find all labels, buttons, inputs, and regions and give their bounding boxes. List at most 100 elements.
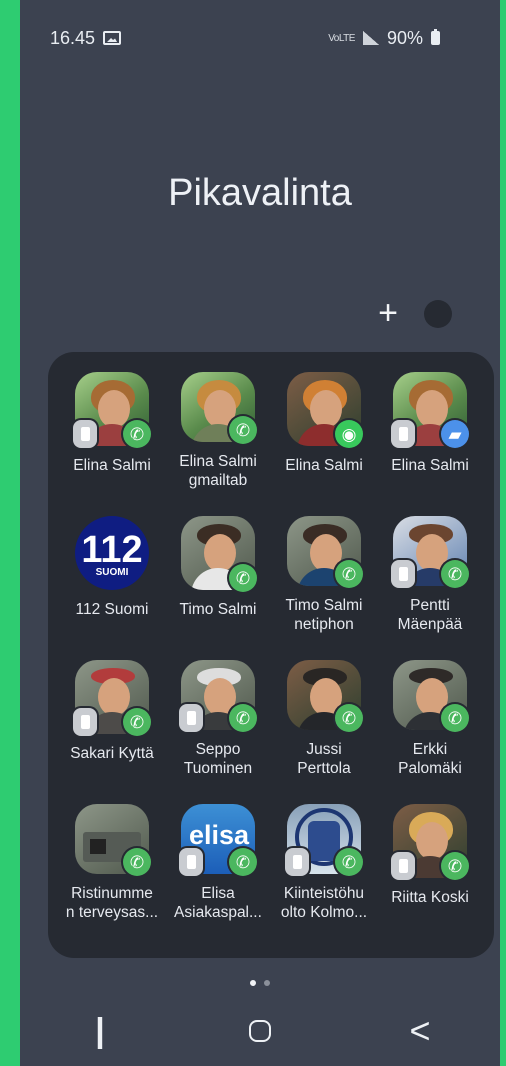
contact-name: 112 Suomi (75, 601, 149, 618)
recent-apps-icon: ||| (94, 1011, 104, 1050)
contact-name: Riitta Koski (391, 889, 469, 906)
contact-tile[interactable]: ✆ Erkki Palomäki (378, 660, 482, 778)
contact-name: Pentti Mäenpää (397, 597, 463, 633)
signal-icon (362, 31, 379, 45)
contact-name: Elina Salmi (391, 457, 469, 474)
call-icon: ✆ (335, 704, 363, 732)
recent-apps-button[interactable]: ||| (65, 1001, 135, 1061)
contact-avatar: ✆ (391, 804, 469, 880)
contact-name: Kiinteistöhu olto Kolmo... (280, 885, 368, 921)
contact-tile[interactable]: elisa ✆ Elisa Asiakaspal... (166, 804, 270, 922)
contact-avatar: ✆ (287, 660, 363, 732)
phone-device-icon (391, 420, 415, 448)
message-icon: ▰ (441, 420, 469, 448)
contact-tile[interactable]: ✆ Timo Salmi (166, 516, 270, 634)
call-icon: ✆ (335, 848, 363, 876)
logo-112-text: 112 (81, 528, 143, 571)
contact-avatar: ✆ (179, 660, 257, 732)
contact-avatar: ✆ (73, 372, 151, 448)
phone-device-icon (179, 704, 203, 732)
contact-name: Erkki Palomäki (398, 741, 462, 777)
call-icon: ✆ (335, 560, 363, 588)
navigation-bar: ||| < (20, 996, 500, 1066)
contact-avatar: ✆ (73, 660, 151, 736)
contact-avatar: ✆ (181, 372, 257, 444)
contact-tile[interactable]: 112 SUOMI 112 Suomi (60, 516, 164, 634)
status-bar: 16.45 VoLTE 90% (20, 24, 500, 52)
more-options-button[interactable] (424, 300, 452, 328)
contact-tile[interactable]: ✆ Riitta Koski (378, 804, 482, 922)
page-dot-active (250, 980, 256, 986)
contact-avatar: ✆ (393, 660, 469, 732)
contact-tile[interactable]: ✆ Sakari Kyttä (60, 660, 164, 778)
speed-dial-panel: ✆ Elina Salmi ✆ Elina Salmi gmailtab ◉ E… (48, 352, 494, 958)
contact-name: Timo Salmi netiphon (285, 597, 363, 633)
contact-name: Elina Salmi (73, 457, 151, 474)
contact-name: Sakari Kyttä (70, 745, 154, 762)
logo-suomi-text: SUOMI (95, 566, 129, 578)
phone-device-icon (391, 560, 415, 588)
back-icon: < (409, 1010, 431, 1051)
contact-avatar: ◉ (287, 372, 363, 448)
page-dot (264, 980, 270, 986)
contact-tile[interactable]: ✆ Ristinumme n terveysas... (60, 804, 164, 922)
battery-icon (431, 29, 440, 45)
contact-tile[interactable]: ✆ Pentti Mäenpää (378, 516, 482, 634)
speed-dial-grid: ✆ Elina Salmi ✆ Elina Salmi gmailtab ◉ E… (48, 372, 494, 922)
call-icon: ✆ (229, 848, 257, 876)
battery-percent: 90% (386, 27, 423, 48)
contact-name: Elina Salmi gmailtab (179, 453, 257, 489)
contact-tile[interactable]: ✆ Kiinteistöhu olto Kolmo... (272, 804, 376, 922)
phone-device-icon (73, 420, 97, 448)
call-icon: ✆ (229, 704, 257, 732)
call-icon: ✆ (441, 852, 469, 880)
top-actions: + (372, 296, 452, 330)
call-icon: ✆ (229, 416, 257, 444)
phone-screen: 16.45 VoLTE 90% Pikavalinta + ✆ Elina Sa… (20, 0, 500, 1066)
contact-avatar: ▰ (391, 372, 469, 448)
status-time: 16.45 (50, 27, 96, 48)
volte-label: VoLTE (328, 32, 355, 44)
contact-avatar: ✆ (287, 516, 363, 588)
call-icon: ✆ (123, 420, 151, 448)
contact-name: Timo Salmi (179, 601, 257, 618)
contact-tile[interactable]: ✆ Jussi Perttola (272, 660, 376, 778)
contact-tile[interactable]: ✆ Elina Salmi (60, 372, 164, 490)
status-right: VoLTE 90% (328, 28, 440, 49)
back-button[interactable]: < (385, 1001, 455, 1061)
contact-avatar: ✆ (391, 516, 469, 588)
contact-tile[interactable]: ✆ Seppo Tuominen (166, 660, 270, 778)
call-icon: ✆ (229, 564, 257, 592)
phone-device-icon (73, 708, 97, 736)
contact-name: Ristinumme n terveysas... (65, 885, 159, 921)
image-notification-icon (103, 31, 122, 45)
contact-name: Elina Salmi (285, 457, 363, 474)
phone-device-icon (179, 848, 203, 876)
call-icon: ✆ (441, 560, 469, 588)
home-button[interactable] (225, 1001, 295, 1061)
contact-tile[interactable]: ◉ Elina Salmi (272, 372, 376, 490)
whatsapp-icon: ◉ (335, 420, 363, 448)
page-title: Pikavalinta (168, 172, 352, 214)
contact-name: Seppo Tuominen (183, 741, 253, 777)
status-left: 16.45 (50, 27, 122, 49)
call-icon: ✆ (441, 704, 469, 732)
contact-tile[interactable]: ✆ Timo Salmi netiphon (272, 516, 376, 634)
contact-avatar: ✆ (181, 516, 257, 592)
contact-name: Elisa Asiakaspal... (174, 885, 262, 921)
contact-avatar: ✆ (75, 804, 151, 876)
call-icon: ✆ (123, 848, 151, 876)
phone-device-icon (391, 852, 415, 880)
call-icon: ✆ (123, 708, 151, 736)
home-icon (249, 1020, 271, 1042)
company-logo: ✆ (285, 804, 363, 876)
emergency-logo: 112 SUOMI (75, 516, 149, 590)
page-indicator (20, 980, 500, 986)
elisa-logo-text: elisa (189, 820, 250, 850)
contact-tile[interactable]: ▰ Elina Salmi (378, 372, 482, 490)
contact-name: Jussi Perttola (297, 741, 351, 777)
contact-tile[interactable]: ✆ Elina Salmi gmailtab (166, 372, 270, 490)
elisa-logo: elisa ✆ (179, 804, 257, 876)
add-button[interactable]: + (372, 296, 404, 330)
phone-device-icon (285, 848, 309, 876)
